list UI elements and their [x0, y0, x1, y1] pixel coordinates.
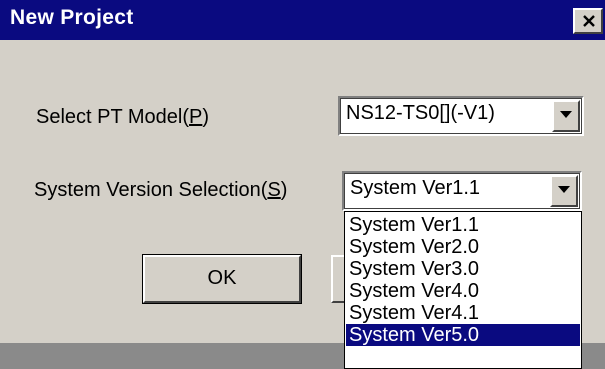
new-project-dialog: New Project Select PT Model(P) NS12-TS0[…	[0, 0, 605, 369]
chevron-down-icon	[560, 111, 572, 118]
ok-button[interactable]: OK	[142, 254, 302, 304]
pt-model-value: NS12-TS0[](-V1)	[346, 102, 495, 124]
pt-model-select[interactable]: NS12-TS0[](-V1)	[338, 96, 584, 136]
close-icon	[583, 15, 595, 27]
dropdown-option[interactable]: System Ver4.0	[346, 280, 580, 302]
chevron-down-icon	[558, 186, 570, 193]
ok-button-label: OK	[207, 267, 237, 289]
dropdown-option[interactable]: System Ver3.0	[346, 258, 580, 280]
title-bar[interactable]: New Project	[0, 0, 605, 40]
system-version-dropdown-list: System Ver1.1 System Ver2.0 System Ver3.…	[344, 211, 582, 369]
dialog-title: New Project	[10, 6, 134, 29]
system-version-dropdown-button[interactable]	[550, 175, 578, 207]
close-button[interactable]	[573, 8, 603, 34]
system-version-select[interactable]: System Ver1.1	[342, 171, 582, 211]
pt-model-dropdown-button[interactable]	[552, 100, 580, 132]
system-version-value: System Ver1.1	[350, 177, 481, 199]
dropdown-option[interactable]: System Ver1.1	[346, 214, 580, 236]
dropdown-option-highlighted[interactable]: System Ver5.0	[346, 324, 580, 346]
dropdown-option[interactable]: System Ver4.1	[346, 302, 580, 324]
system-version-label: System Version Selection(S)	[34, 179, 288, 201]
pt-model-label: Select PT Model(P)	[36, 106, 210, 128]
dropdown-option[interactable]: System Ver2.0	[346, 236, 580, 258]
